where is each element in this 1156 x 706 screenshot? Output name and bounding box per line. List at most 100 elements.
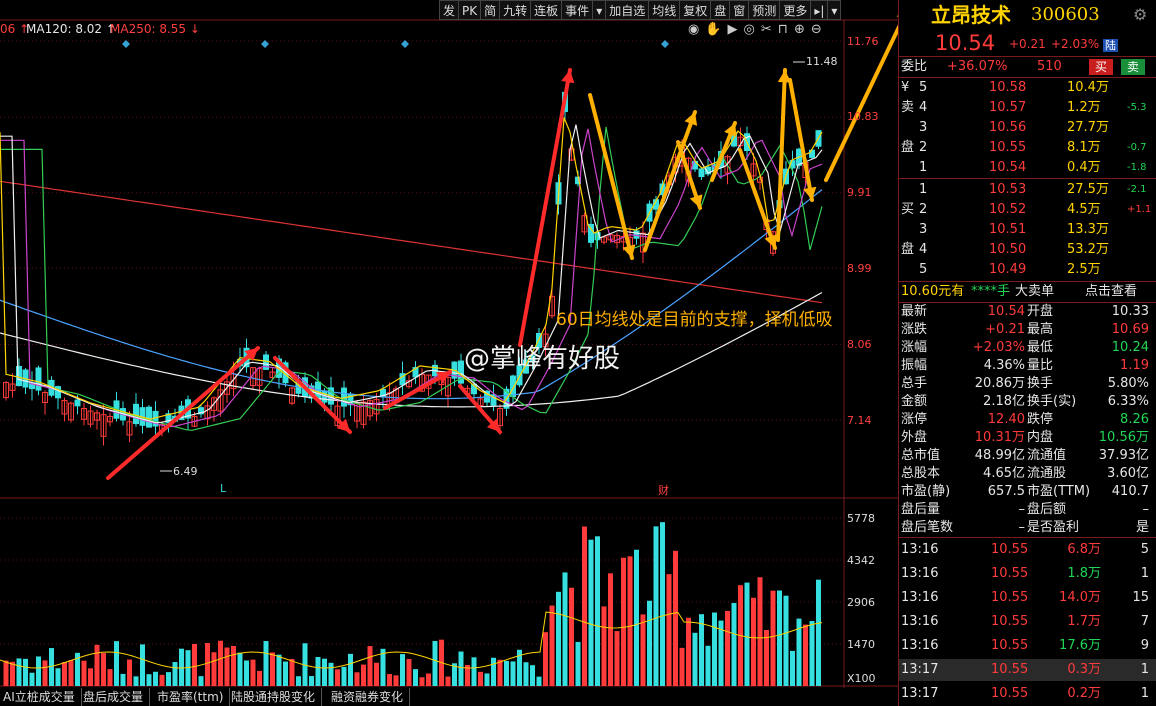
- bid-level-row[interactable]: 买 2 10.52 4.5万 +1.1: [899, 200, 1156, 220]
- tick-time: 13:16: [901, 638, 939, 653]
- stat-value: 12.40: [987, 412, 1025, 427]
- tab-pe-ttm[interactable]: 市盈率(ttm): [154, 688, 231, 706]
- volume-bar: [276, 654, 282, 686]
- volume-bar: [231, 645, 236, 686]
- tick-count: 7: [1140, 614, 1149, 629]
- big-order-view-link[interactable]: 点击查看: [1085, 282, 1137, 302]
- volume-bar: [159, 674, 165, 686]
- play-icon[interactable]: ▶: [728, 22, 744, 37]
- settings-icon[interactable]: ⚙: [1133, 2, 1147, 28]
- scissors-icon[interactable]: ✂: [761, 22, 778, 37]
- stat-label: 最高: [1027, 322, 1054, 337]
- toolbar-button-lianban[interactable]: 连板: [530, 0, 563, 20]
- volume-bar: [647, 600, 652, 686]
- ask-level-row[interactable]: 卖 4 10.57 1.2万 -5.3: [899, 98, 1156, 118]
- zoom-out-icon[interactable]: ⊖: [811, 22, 828, 37]
- volume-bar: [484, 673, 490, 686]
- bid-change: -2.1: [1127, 184, 1147, 195]
- volume-bar: [127, 659, 132, 686]
- volume-bar: [445, 676, 451, 686]
- bid-volume: 4.5万: [1067, 202, 1101, 217]
- toolbar-expand-icon[interactable]: ▸|: [810, 0, 829, 20]
- zoom-in-icon[interactable]: ⊕: [794, 22, 811, 37]
- red-arrow-up: [518, 68, 572, 347]
- tick-time: 13:16: [901, 614, 939, 629]
- toolbar-dropdown2-icon[interactable]: ▾: [827, 0, 842, 20]
- toolbar-button-junxian[interactable]: 均线: [648, 0, 681, 20]
- last-price: 10.54: [935, 31, 996, 55]
- tick-count: 9: [1140, 638, 1149, 653]
- tick-count: 1: [1140, 662, 1149, 677]
- stat-label: 金额: [901, 394, 928, 409]
- stat-value: 2.18亿: [983, 394, 1025, 409]
- toolbar-button-jiazixuan[interactable]: 加自选: [605, 0, 650, 20]
- ask-volume: 10.4万: [1067, 80, 1109, 95]
- bid-price: 10.53: [989, 182, 1027, 197]
- eye-icon[interactable]: ◉: [688, 22, 705, 37]
- stat-value: 657.5: [987, 484, 1025, 499]
- volume-bar: [400, 654, 405, 686]
- volume-bar: [770, 590, 776, 686]
- toolbar-button-fuquan[interactable]: 复权: [679, 0, 712, 20]
- volume-bar: [211, 652, 217, 686]
- volume-bar: [523, 662, 529, 686]
- volume-bar: [549, 605, 555, 686]
- stat-label: 开盘: [1027, 304, 1054, 319]
- bid-level-row[interactable]: 3 10.51 13.3万: [899, 220, 1156, 240]
- toolbar-dropdown-icon[interactable]: ▾: [592, 0, 607, 20]
- toolbar-button-yuce[interactable]: 预测: [748, 0, 781, 20]
- sell-button[interactable]: 卖: [1121, 59, 1145, 75]
- tab-ai-volume[interactable]: AI立桩成交量: [0, 688, 82, 706]
- ask-level-row[interactable]: 盘 2 10.55 8.1万 -0.7: [899, 138, 1156, 158]
- hand-icon[interactable]: ✋: [705, 22, 727, 37]
- stat-label: 盘后笔数: [901, 520, 954, 535]
- toolbar-button-jian[interactable]: 简: [480, 0, 501, 20]
- volume-axis-tick: 4342: [847, 554, 875, 567]
- volume-bar: [809, 621, 815, 686]
- volume-bar: [387, 674, 392, 686]
- buy-button[interactable]: 买: [1089, 59, 1113, 75]
- tab-afterhours-volume[interactable]: 盘后成交量: [80, 688, 151, 706]
- stat-value: 410.7: [1111, 484, 1149, 499]
- volume-axis-tick: 1470: [847, 638, 875, 651]
- stat-label: 换手: [1027, 376, 1054, 391]
- ask-side-label: 盘: [901, 140, 915, 155]
- circle-icon[interactable]: ◎: [744, 22, 761, 37]
- volume-bar: [783, 595, 789, 686]
- toolbar-button-more[interactable]: 更多: [779, 0, 812, 20]
- weicha-value: 510: [1037, 59, 1062, 74]
- stat-value: 是: [1135, 520, 1149, 535]
- candle-body: [633, 230, 640, 239]
- ask-change: -0.7: [1127, 142, 1147, 153]
- toolbar-button-jiuzhuan[interactable]: 九转: [499, 0, 532, 20]
- stat-value: –: [1142, 502, 1150, 517]
- bid-level-row[interactable]: 5 10.49 2.5万: [899, 260, 1156, 280]
- volume-bar: [309, 676, 314, 686]
- toolbar-button-pan[interactable]: 盘: [710, 0, 731, 20]
- volume-bar: [120, 673, 126, 686]
- ask-level: 5: [919, 80, 928, 95]
- toolbar-button-shijian[interactable]: 事件: [561, 0, 594, 20]
- tab-hk-connect-holdings[interactable]: 陆股通持股变化: [228, 688, 323, 706]
- lock-icon[interactable]: ⊓: [778, 22, 794, 37]
- volume-bar: [153, 671, 158, 686]
- bid-level-row[interactable]: 盘 4 10.50 53.2万: [899, 240, 1156, 260]
- toolbar-button-pk[interactable]: PK: [458, 0, 482, 20]
- bid-volume: 13.3万: [1067, 222, 1109, 237]
- bid-level-row[interactable]: 1 10.53 27.5万 -2.1: [899, 180, 1156, 200]
- toolbar-button-fa[interactable]: 发: [439, 0, 460, 20]
- tick-price: 10.55: [991, 590, 1029, 605]
- volume-bar: [510, 661, 516, 686]
- red-arrow-down: [273, 356, 352, 434]
- kline-chart[interactable]: [0, 0, 898, 706]
- big-order-row[interactable]: 10.60元有 ****手 大卖单 点击查看: [899, 282, 1156, 302]
- ask-level-row[interactable]: ¥5 10.58 10.4万: [899, 78, 1156, 98]
- volume-bar: [588, 539, 594, 686]
- ask-level-row[interactable]: 3 10.56 27.7万: [899, 118, 1156, 138]
- stat-value: 10.31万: [974, 430, 1025, 445]
- ask-level-row[interactable]: 1 10.54 0.4万 -1.8: [899, 158, 1156, 178]
- toolbar-button-chuang[interactable]: 窗: [729, 0, 750, 20]
- bid-price: 10.51: [989, 222, 1027, 237]
- tab-margin-trading[interactable]: 融资融券变化: [328, 688, 411, 706]
- volume-axis-unit: X100: [847, 672, 876, 685]
